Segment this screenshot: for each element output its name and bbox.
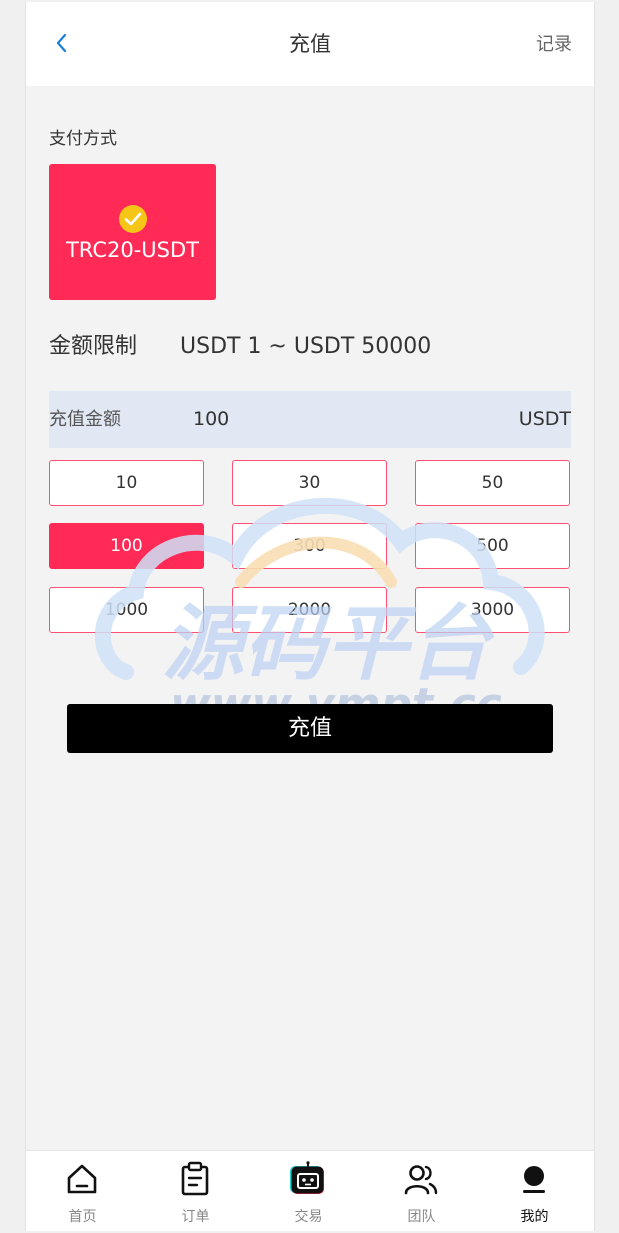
record-link[interactable]: 记录	[536, 33, 572, 57]
payment-method-label: 支付方式	[49, 129, 117, 149]
page-title: 充值	[289, 32, 331, 56]
tab-orders[interactable]: 订单	[139, 1151, 252, 1231]
tab-label: 首页	[68, 1209, 97, 1225]
amount-limit-label: 金额限制	[49, 334, 138, 359]
amount-input-row: 充值金额 USDT	[49, 391, 571, 448]
preset-amount-button[interactable]: 300	[232, 523, 387, 569]
preset-amount-button[interactable]: 10	[49, 460, 204, 506]
amount-unit: USDT	[518, 408, 571, 430]
team-icon	[404, 1165, 438, 1195]
preset-amount-button[interactable]: 500	[415, 523, 570, 569]
tab-team[interactable]: 团队	[365, 1151, 478, 1231]
tab-label: 团队	[407, 1209, 436, 1225]
user-icon	[523, 1166, 545, 1193]
tab-label: 我的	[520, 1209, 549, 1225]
home-icon	[67, 1164, 97, 1194]
preset-amount-button[interactable]: 50	[415, 460, 570, 506]
header: 充值 记录	[26, 2, 594, 86]
bottom-tab-bar: 首页 订单 交易 团队 我的	[26, 1150, 594, 1231]
amount-label: 充值金额	[49, 409, 121, 430]
preset-amount-button[interactable]: 1000	[49, 587, 204, 633]
preset-amount-button[interactable]: 3000	[415, 587, 570, 633]
check-circle-icon	[119, 205, 147, 233]
tab-trade[interactable]: 交易	[252, 1151, 365, 1231]
tab-label: 交易	[294, 1209, 323, 1225]
chevron-left-icon	[56, 33, 67, 53]
preset-amount-button[interactable]: 2000	[232, 587, 387, 633]
tab-mine[interactable]: 我的	[478, 1151, 591, 1231]
amount-limit-row: 金额限制 USDT 1 ~ USDT 50000	[49, 332, 431, 362]
back-button[interactable]	[48, 28, 78, 58]
tab-home[interactable]: 首页	[26, 1151, 139, 1231]
robot-icon	[290, 1161, 324, 1194]
tab-label: 订单	[181, 1209, 210, 1225]
recharge-submit-button[interactable]: 充值	[67, 704, 553, 753]
app-screen: 充值 记录 支付方式 TRC20-USDT 金额限制 USDT 1 ~ USDT …	[25, 2, 595, 1231]
amount-input[interactable]	[193, 403, 473, 435]
clipboard-icon	[181, 1161, 209, 1196]
preset-amount-button[interactable]: 100	[49, 523, 204, 569]
payment-method-name: TRC20-USDT	[65, 238, 200, 262]
payment-method-card[interactable]: TRC20-USDT	[49, 164, 216, 300]
amount-limit-range: USDT 1 ~ USDT 50000	[180, 334, 432, 359]
preset-amount-button[interactable]: 30	[232, 460, 387, 506]
